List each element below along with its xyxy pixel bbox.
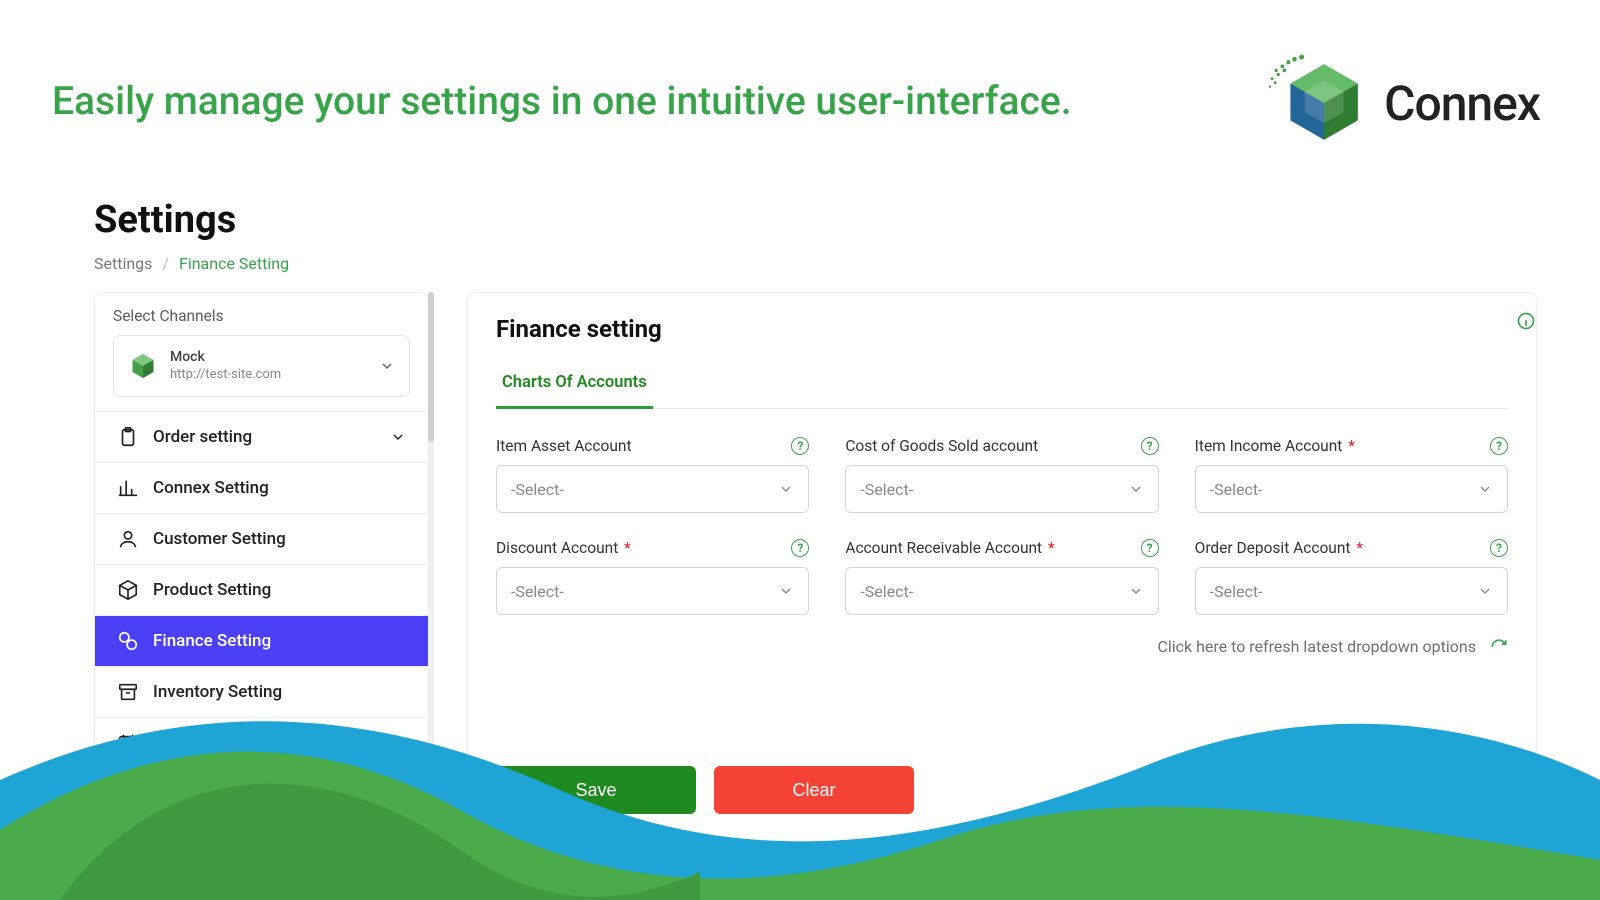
select-placeholder: -Select-: [511, 480, 564, 499]
field-label: Account Receivable Account *: [845, 539, 1054, 557]
info-icon[interactable]: [1516, 311, 1536, 335]
sidebar-nav: Order setting Connex Setting Customer Se…: [95, 411, 428, 819]
breadcrumb-current: Finance Setting: [179, 254, 289, 273]
select-placeholder: -Select-: [1210, 480, 1263, 499]
archive-icon: [117, 681, 139, 703]
sidebar-item-label: Tasks: [153, 784, 198, 804]
field-discount-account: Discount Account * ? -Select-: [496, 539, 809, 615]
brand-name: Connex: [1384, 75, 1540, 132]
field-account-receivable-account: Account Receivable Account * ? -Select-: [845, 539, 1158, 615]
panel-tabs: Charts Of Accounts: [496, 361, 1508, 409]
chevron-down-icon: [778, 481, 794, 497]
calendar-clock-icon: [117, 732, 139, 754]
channel-url: http://test-site.com: [170, 367, 367, 383]
refresh-icon[interactable]: [1490, 638, 1508, 656]
refresh-dropdowns-label[interactable]: Click here to refresh latest dropdown op…: [1157, 637, 1476, 656]
select-order-deposit-account[interactable]: -Select-: [1195, 567, 1508, 615]
brand-logo: Connex: [1268, 52, 1540, 154]
sidebar-item-label: Finance Setting: [153, 631, 271, 651]
select-item-asset-account[interactable]: -Select-: [496, 465, 809, 513]
field-item-asset-account: Item Asset Account ? -Select-: [496, 437, 809, 513]
channel-select[interactable]: Mock http://test-site.com: [113, 335, 410, 397]
sidebar-item-order-setting[interactable]: Order setting: [95, 411, 428, 462]
tab-charts-of-accounts[interactable]: Charts Of Accounts: [496, 361, 653, 409]
help-icon[interactable]: ?: [791, 539, 809, 557]
scrollbar-thumb[interactable]: [428, 292, 434, 442]
select-account-receivable-account[interactable]: -Select-: [845, 567, 1158, 615]
sidebar-item-label: Pending Order: [153, 733, 262, 753]
sidebar-item-inventory-setting[interactable]: Inventory Setting: [95, 666, 428, 717]
field-label: Item Income Account *: [1195, 437, 1355, 455]
sidebar-item-label: Inventory Setting: [153, 682, 282, 702]
sidebar-item-pending-order[interactable]: Pending Order: [95, 717, 428, 768]
sidebar-item-label: Customer Setting: [153, 529, 286, 549]
sidebar-item-customer-setting[interactable]: Customer Setting: [95, 513, 428, 564]
chevron-down-icon: [390, 429, 406, 445]
cube-icon: [128, 351, 158, 381]
sidebar-item-tasks[interactable]: Tasks: [95, 768, 428, 819]
help-icon[interactable]: ?: [1490, 437, 1508, 455]
sidebar-scrollbar[interactable]: [428, 292, 434, 772]
field-label: Cost of Goods Sold account: [845, 437, 1038, 455]
help-icon[interactable]: ?: [1141, 437, 1159, 455]
field-label: Item Asset Account: [496, 437, 632, 455]
sidebar-item-label: Connex Setting: [153, 478, 269, 498]
select-placeholder: -Select-: [860, 582, 913, 601]
field-label: Discount Account *: [496, 539, 631, 557]
field-cogs-account: Cost of Goods Sold account ? -Select-: [845, 437, 1158, 513]
chevron-down-icon: [1477, 481, 1493, 497]
chevron-down-icon: [778, 583, 794, 599]
tasks-icon: [117, 783, 139, 805]
help-icon[interactable]: ?: [791, 437, 809, 455]
hex-logo-icon: [1268, 52, 1370, 154]
select-item-income-account[interactable]: -Select-: [1195, 465, 1508, 513]
select-placeholder: -Select-: [511, 582, 564, 601]
chevron-down-icon: [1128, 481, 1144, 497]
finance-setting-panel: Finance setting Charts Of Accounts Item …: [467, 292, 1537, 855]
chevron-down-icon: [1477, 583, 1493, 599]
panel-title: Finance setting: [496, 315, 1508, 343]
form-grid: Item Asset Account ? -Select- Cost of Go…: [496, 437, 1508, 615]
help-icon[interactable]: ?: [1490, 539, 1508, 557]
sidebar-item-label: Order setting: [153, 427, 252, 447]
save-button[interactable]: Save: [496, 766, 696, 814]
breadcrumb-root[interactable]: Settings: [94, 254, 152, 273]
finance-icon: [117, 630, 139, 652]
select-discount-account[interactable]: -Select-: [496, 567, 809, 615]
field-order-deposit-account: Order Deposit Account * ? -Select-: [1195, 539, 1508, 615]
breadcrumb-separator: /: [162, 254, 169, 273]
clipboard-icon: [117, 426, 139, 448]
select-cogs-account[interactable]: -Select-: [845, 465, 1158, 513]
clear-button[interactable]: Clear: [714, 766, 914, 814]
select-channels-label: Select Channels: [95, 307, 428, 335]
select-placeholder: -Select-: [1210, 582, 1263, 601]
channel-name: Mock: [170, 349, 367, 367]
chart-icon: [117, 477, 139, 499]
field-label: Order Deposit Account *: [1195, 539, 1363, 557]
page-title: Settings: [94, 198, 236, 242]
select-placeholder: -Select-: [860, 480, 913, 499]
breadcrumb: Settings / Finance Setting: [94, 254, 289, 273]
sidebar-item-label: Product Setting: [153, 580, 271, 600]
chevron-down-icon: [1128, 583, 1144, 599]
chevron-down-icon: [379, 358, 395, 374]
field-item-income-account: Item Income Account * ? -Select-: [1195, 437, 1508, 513]
help-icon[interactable]: ?: [1141, 539, 1159, 557]
hero-headline: Easily manage your settings in one intui…: [52, 78, 1072, 124]
box-icon: [117, 579, 139, 601]
sidebar-item-product-setting[interactable]: Product Setting: [95, 564, 428, 615]
user-icon: [117, 528, 139, 550]
sidebar: Select Channels Mock http://test-site.co…: [94, 292, 429, 820]
sidebar-item-connex-setting[interactable]: Connex Setting: [95, 462, 428, 513]
sidebar-item-finance-setting[interactable]: Finance Setting: [95, 615, 428, 666]
